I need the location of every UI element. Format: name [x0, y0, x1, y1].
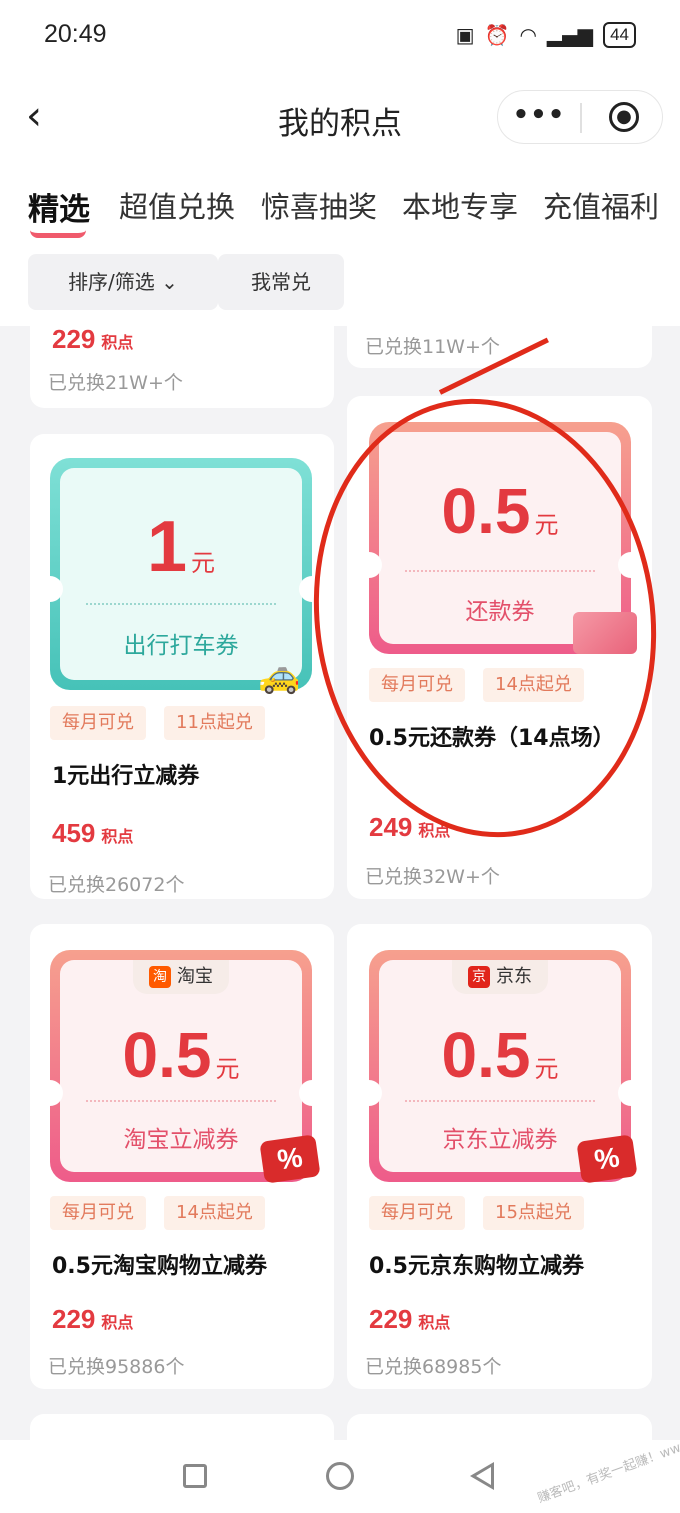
jd-logo-icon: 京 — [468, 966, 490, 988]
tab-lucky-draw[interactable]: 惊喜抽奖 — [261, 184, 377, 226]
coupon-amount: 0.5 元 — [122, 1019, 240, 1091]
coupon-name: 出行打车券 — [123, 633, 239, 659]
signal-4g-icon: ▂▄▆ — [546, 23, 594, 47]
coupon-amount: 1元 — [146, 507, 216, 587]
product-sold-count: 已兑换26072个 — [48, 874, 185, 896]
coupon-amount: 0.5 元 — [441, 1019, 559, 1091]
tab-local-exclusive[interactable]: 本地专享 — [402, 184, 518, 226]
product-card[interactable]: 京京东 0.5 元 京东立减券 % 每月可兑 15点起兑 0.5元京东购物立减券 … — [347, 924, 652, 1389]
status-bar: 20:49 ▣ ⏰ ◠ ▂▄▆ 44 — [0, 0, 680, 72]
more-icon[interactable]: ••• — [498, 91, 580, 143]
filter-row: 排序/筛选 ⌄ 我常兑 — [0, 248, 680, 326]
product-sold-count: 已兑换95886个 — [48, 1356, 185, 1378]
battery-icon: 44 — [603, 22, 636, 48]
product-card-partial[interactable] — [347, 1414, 652, 1440]
nav-bar: ‹ 我的积点 ••• ● — [0, 72, 680, 164]
product-price: 459 积点 — [52, 818, 134, 848]
sort-filter-button[interactable]: 排序/筛选 ⌄ — [28, 254, 218, 310]
product-card[interactable]: 1元 出行打车券 🚕 每月可兑 11点起兑 1元出行立减券 459 积点 已兑换2… — [30, 434, 334, 899]
active-tab-indicator — [30, 230, 86, 238]
product-sold-count: 已兑换32W+个 — [365, 866, 500, 888]
frequent-button[interactable]: 我常兑 — [218, 254, 344, 310]
tag-monthly: 每月可兑 — [50, 706, 146, 740]
brand-label: 淘淘宝 — [133, 960, 229, 994]
mini-program-capsule: ••• ● — [497, 90, 663, 144]
product-price: 229 积点 — [369, 1304, 451, 1334]
product-card-partial[interactable]: 229 积点 已兑换21W+个 — [30, 326, 334, 408]
product-sold-count: 已兑换68985个 — [365, 1356, 502, 1378]
taobao-logo-icon: 淘 — [149, 966, 171, 988]
product-sold-count: 已兑换21W+个 — [48, 372, 183, 394]
tag-start-time: 11点起兑 — [164, 706, 265, 740]
tag-start-time: 15点起兑 — [483, 1196, 584, 1230]
product-price: 229 积点 — [52, 1304, 134, 1334]
category-tabs: 精选 超值兑换 惊喜抽奖 本地专享 充值福利 — [0, 164, 680, 248]
tag-monthly: 每月可兑 — [369, 1196, 465, 1230]
status-time: 20:49 — [44, 20, 107, 48]
product-title: 0.5元京东购物立减券 — [369, 1254, 584, 1279]
recent-apps-icon[interactable] — [183, 1464, 207, 1488]
capsule-divider — [580, 103, 582, 133]
taxi-icon: 🚕 — [258, 656, 301, 696]
percent-badge-icon: % — [259, 1134, 321, 1184]
product-price: 229 积点 — [52, 326, 134, 354]
tab-featured[interactable]: 精选 — [28, 184, 90, 229]
product-title: 1元出行立减券 — [52, 764, 200, 789]
product-title: 0.5元淘宝购物立减券 — [52, 1254, 267, 1279]
status-icons: ▣ ⏰ ◠ ▂▄▆ 44 — [456, 22, 636, 48]
tag-monthly: 每月可兑 — [50, 1196, 146, 1230]
product-sold-count: 已兑换11W+个 — [365, 336, 500, 358]
home-icon[interactable] — [326, 1462, 354, 1490]
wifi-icon: ◠ — [519, 23, 537, 47]
product-card-partial[interactable] — [30, 1414, 334, 1440]
tab-recharge-benefits[interactable]: 充值福利 — [543, 184, 659, 226]
percent-badge-icon: % — [576, 1134, 638, 1184]
tab-value-exchange[interactable]: 超值兑换 — [119, 184, 235, 226]
product-card[interactable]: 淘淘宝 0.5 元 淘宝立减券 % 每月可兑 14点起兑 0.5元淘宝购物立减券 … — [30, 924, 334, 1389]
close-circle-icon[interactable]: ● — [609, 102, 639, 132]
alarm-icon: ⏰ — [484, 23, 510, 47]
tag-start-time: 14点起兑 — [164, 1196, 265, 1230]
nfc-icon: ▣ — [455, 23, 475, 47]
chevron-down-icon: ⌄ — [161, 270, 178, 294]
sort-filter-label: 排序/筛选 — [68, 270, 155, 294]
brand-label: 京京东 — [452, 960, 548, 994]
